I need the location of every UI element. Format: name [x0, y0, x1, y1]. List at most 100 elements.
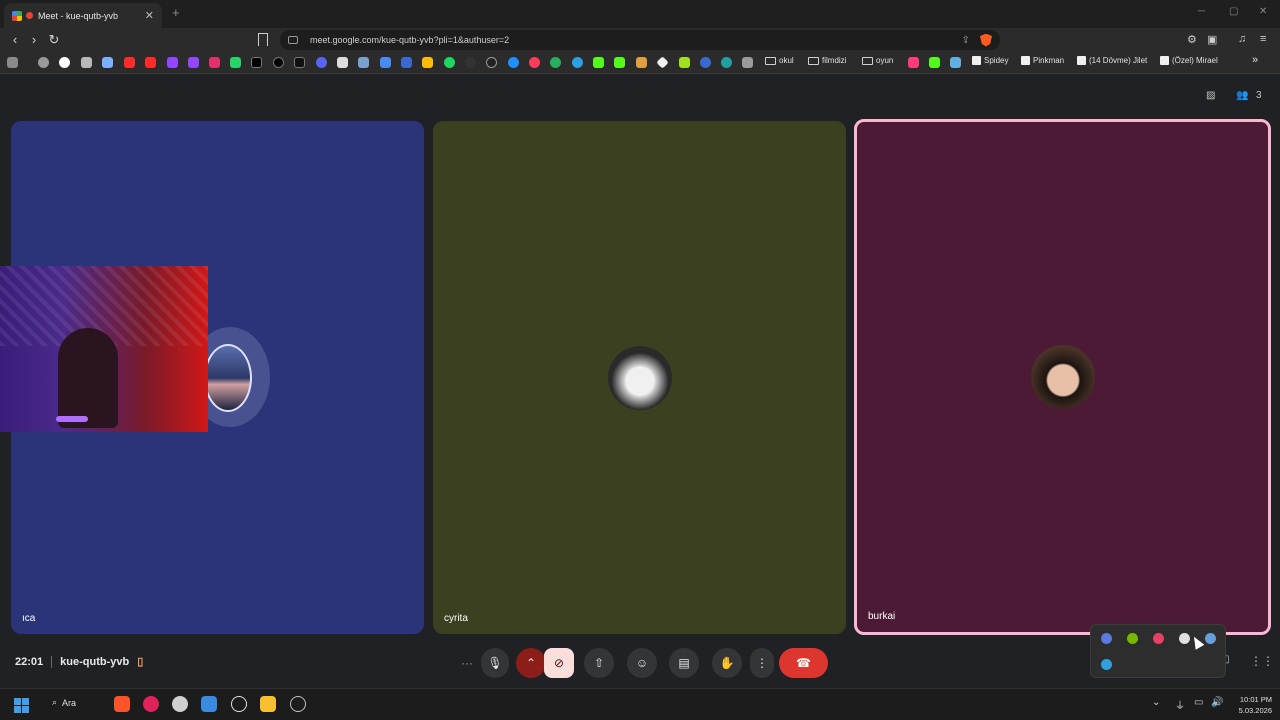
bookmark-folder-oyun[interactable]: oyun [862, 56, 893, 65]
capcut-bookmark-icon[interactable] [337, 57, 348, 68]
bookmark-icon-8[interactable] [636, 57, 647, 68]
network-icon[interactable]: ▭ [1194, 697, 1203, 708]
kick-bookmark-icon[interactable] [593, 57, 604, 68]
steam-tray-icon[interactable] [1205, 633, 1216, 644]
participants-icon[interactable]: 👥 [1236, 90, 1248, 101]
self-view-video[interactable] [0, 266, 208, 432]
instagram-bookmark-icon[interactable] [209, 57, 220, 68]
share-icon[interactable]: ⇪ [962, 35, 970, 46]
taskbar-app-icon[interactable] [172, 696, 188, 712]
twitch-bookmark-icon[interactable] [167, 57, 178, 68]
back-arrow-icon[interactable]: ‹ [7, 32, 23, 48]
camera-options-button[interactable]: ⌃ [516, 648, 546, 678]
youtube-music-bookmark-icon[interactable] [145, 57, 156, 68]
participant-tile-burkai[interactable]: burkai [854, 119, 1271, 635]
bookmark-folder-okul[interactable]: okul [765, 56, 794, 65]
threads-bookmark-icon[interactable] [273, 57, 284, 68]
minimize-button[interactable]: ─ [1198, 6, 1205, 17]
docs-bookmark-icon[interactable] [380, 57, 391, 68]
bookmark-icon-12[interactable] [721, 57, 732, 68]
bookmark-icon-4[interactable] [465, 57, 476, 68]
raise-hand-button[interactable]: ✋ [712, 648, 742, 678]
maximize-button[interactable]: ▢ [1229, 6, 1238, 17]
media-player-taskbar-icon[interactable] [143, 696, 159, 712]
leave-call-button[interactable]: ☎ [779, 648, 828, 678]
tray-app-icon-4[interactable] [1101, 659, 1112, 670]
bookmark-icon-6[interactable] [529, 57, 540, 68]
site-info-icon[interactable] [288, 36, 298, 44]
camera-off-icon[interactable]: ▨ [1206, 90, 1215, 101]
bookmark-icon-13[interactable] [742, 57, 753, 68]
new-tab-button[interactable]: + [172, 5, 180, 20]
bookmark-pinkman[interactable]: Pinkman [1021, 56, 1064, 65]
browser-tab-meet[interactable]: Meet - kue-qutb-yvb ✕ [4, 3, 162, 28]
present-screen-button[interactable]: ⇧ [584, 648, 614, 678]
sidebar-icon[interactable]: ▣ [1207, 33, 1217, 46]
bookmarks-overflow-button[interactable]: » [1252, 54, 1258, 66]
more-options-dots-icon[interactable]: ··· [453, 648, 481, 678]
bookmark-icon-5[interactable] [508, 57, 519, 68]
bookmark-spidey[interactable]: Spidey [972, 56, 1008, 65]
bookmark-page-icon[interactable] [258, 33, 268, 46]
tab-close-icon[interactable]: ✕ [145, 9, 154, 22]
microphone-button[interactable]: 🎙 [481, 648, 509, 678]
bookmark-icon-14[interactable] [908, 57, 919, 68]
google-bookmark-icon[interactable] [59, 57, 70, 68]
nvidia-tray-icon[interactable] [1127, 633, 1138, 644]
x-bookmark-icon[interactable] [251, 57, 262, 68]
bookmark-icon-10[interactable] [679, 57, 690, 68]
reactions-button[interactable]: ☺ [627, 648, 657, 678]
forward-arrow-icon[interactable]: › [26, 32, 42, 48]
tray-mic-icon[interactable]: ⏚ [1175, 697, 1185, 712]
bookmark-icon-3[interactable] [401, 57, 412, 68]
address-bar[interactable]: meet.google.com/kue-qutb-yvb?pli=1&authu… [280, 30, 1000, 50]
chatgpt-taskbar-icon[interactable] [231, 696, 247, 712]
file-explorer-taskbar-icon[interactable] [260, 696, 276, 712]
discord-bookmark-icon[interactable] [316, 57, 327, 68]
kick-bookmark-icon-2[interactable] [614, 57, 625, 68]
kick-bookmark-icon-3[interactable] [929, 57, 940, 68]
brave-taskbar-icon[interactable] [114, 696, 130, 712]
youtube-bookmark-icon[interactable] [124, 57, 135, 68]
window-close-button[interactable]: ✕ [1259, 6, 1267, 17]
more-options-button[interactable]: ⋮ [750, 648, 774, 678]
photos-taskbar-icon[interactable] [201, 696, 217, 712]
show-hidden-icons-chevron-icon[interactable]: ⌄ [1152, 697, 1160, 708]
camera-toggle-button[interactable]: ⊘ [544, 648, 574, 678]
bookmark-icon[interactable] [81, 57, 92, 68]
twitch-bookmark-icon-2[interactable] [188, 57, 199, 68]
brave-shields-icon[interactable] [980, 33, 992, 47]
tiktok-bookmark-icon[interactable] [294, 57, 305, 68]
bookmark-ozel-mirael[interactable]: (Özel) Mirael [1160, 56, 1218, 65]
telegram-bookmark-icon[interactable] [572, 57, 583, 68]
spotify-bookmark-icon[interactable] [444, 57, 455, 68]
bookmark-icon-7[interactable] [550, 57, 561, 68]
apps-grid-icon[interactable] [7, 57, 18, 68]
steam-taskbar-icon[interactable] [290, 696, 306, 712]
github-bookmark-icon[interactable] [486, 57, 497, 68]
participant-tile-cyrita[interactable]: cyrita [433, 121, 846, 634]
reload-icon[interactable]: ↻ [46, 32, 62, 48]
bookmark-icon-11[interactable] [700, 57, 711, 68]
bookmark-dovme-jilet[interactable]: (14 Dövme) Jilet [1077, 56, 1147, 65]
activities-grid-icon[interactable]: ⋮⋮ [1250, 654, 1274, 668]
windows-start-icon[interactable] [14, 698, 29, 713]
tray-app-icon-1[interactable] [1101, 633, 1112, 644]
captions-button[interactable]: ▤ [669, 648, 699, 678]
bookmark-icon-15[interactable] [950, 57, 961, 68]
drive-bookmark-icon[interactable] [422, 57, 433, 68]
bookmark-icon-2[interactable] [358, 57, 369, 68]
bookmark-icon-9[interactable] [656, 56, 669, 69]
taskbar-clock[interactable]: 10:01 PM 5.03.2026 [1228, 694, 1272, 716]
taskbar-search[interactable]: ⌕ Ara [52, 697, 76, 708]
bookmark-folder-filmdizi[interactable]: filmdizi [808, 56, 846, 65]
history-icon[interactable] [38, 57, 49, 68]
gemini-bookmark-icon[interactable] [102, 57, 113, 68]
host-controls-icon[interactable]: ▯ [137, 655, 143, 668]
menu-icon[interactable]: ≡ [1260, 33, 1266, 45]
volume-icon[interactable]: 🔊 [1211, 697, 1223, 708]
whatsapp-bookmark-icon[interactable] [230, 57, 241, 68]
tray-app-icon-2[interactable] [1153, 633, 1164, 644]
extensions-icon[interactable]: ⚙ [1187, 33, 1197, 46]
media-icon[interactable]: ♫ [1238, 33, 1246, 45]
